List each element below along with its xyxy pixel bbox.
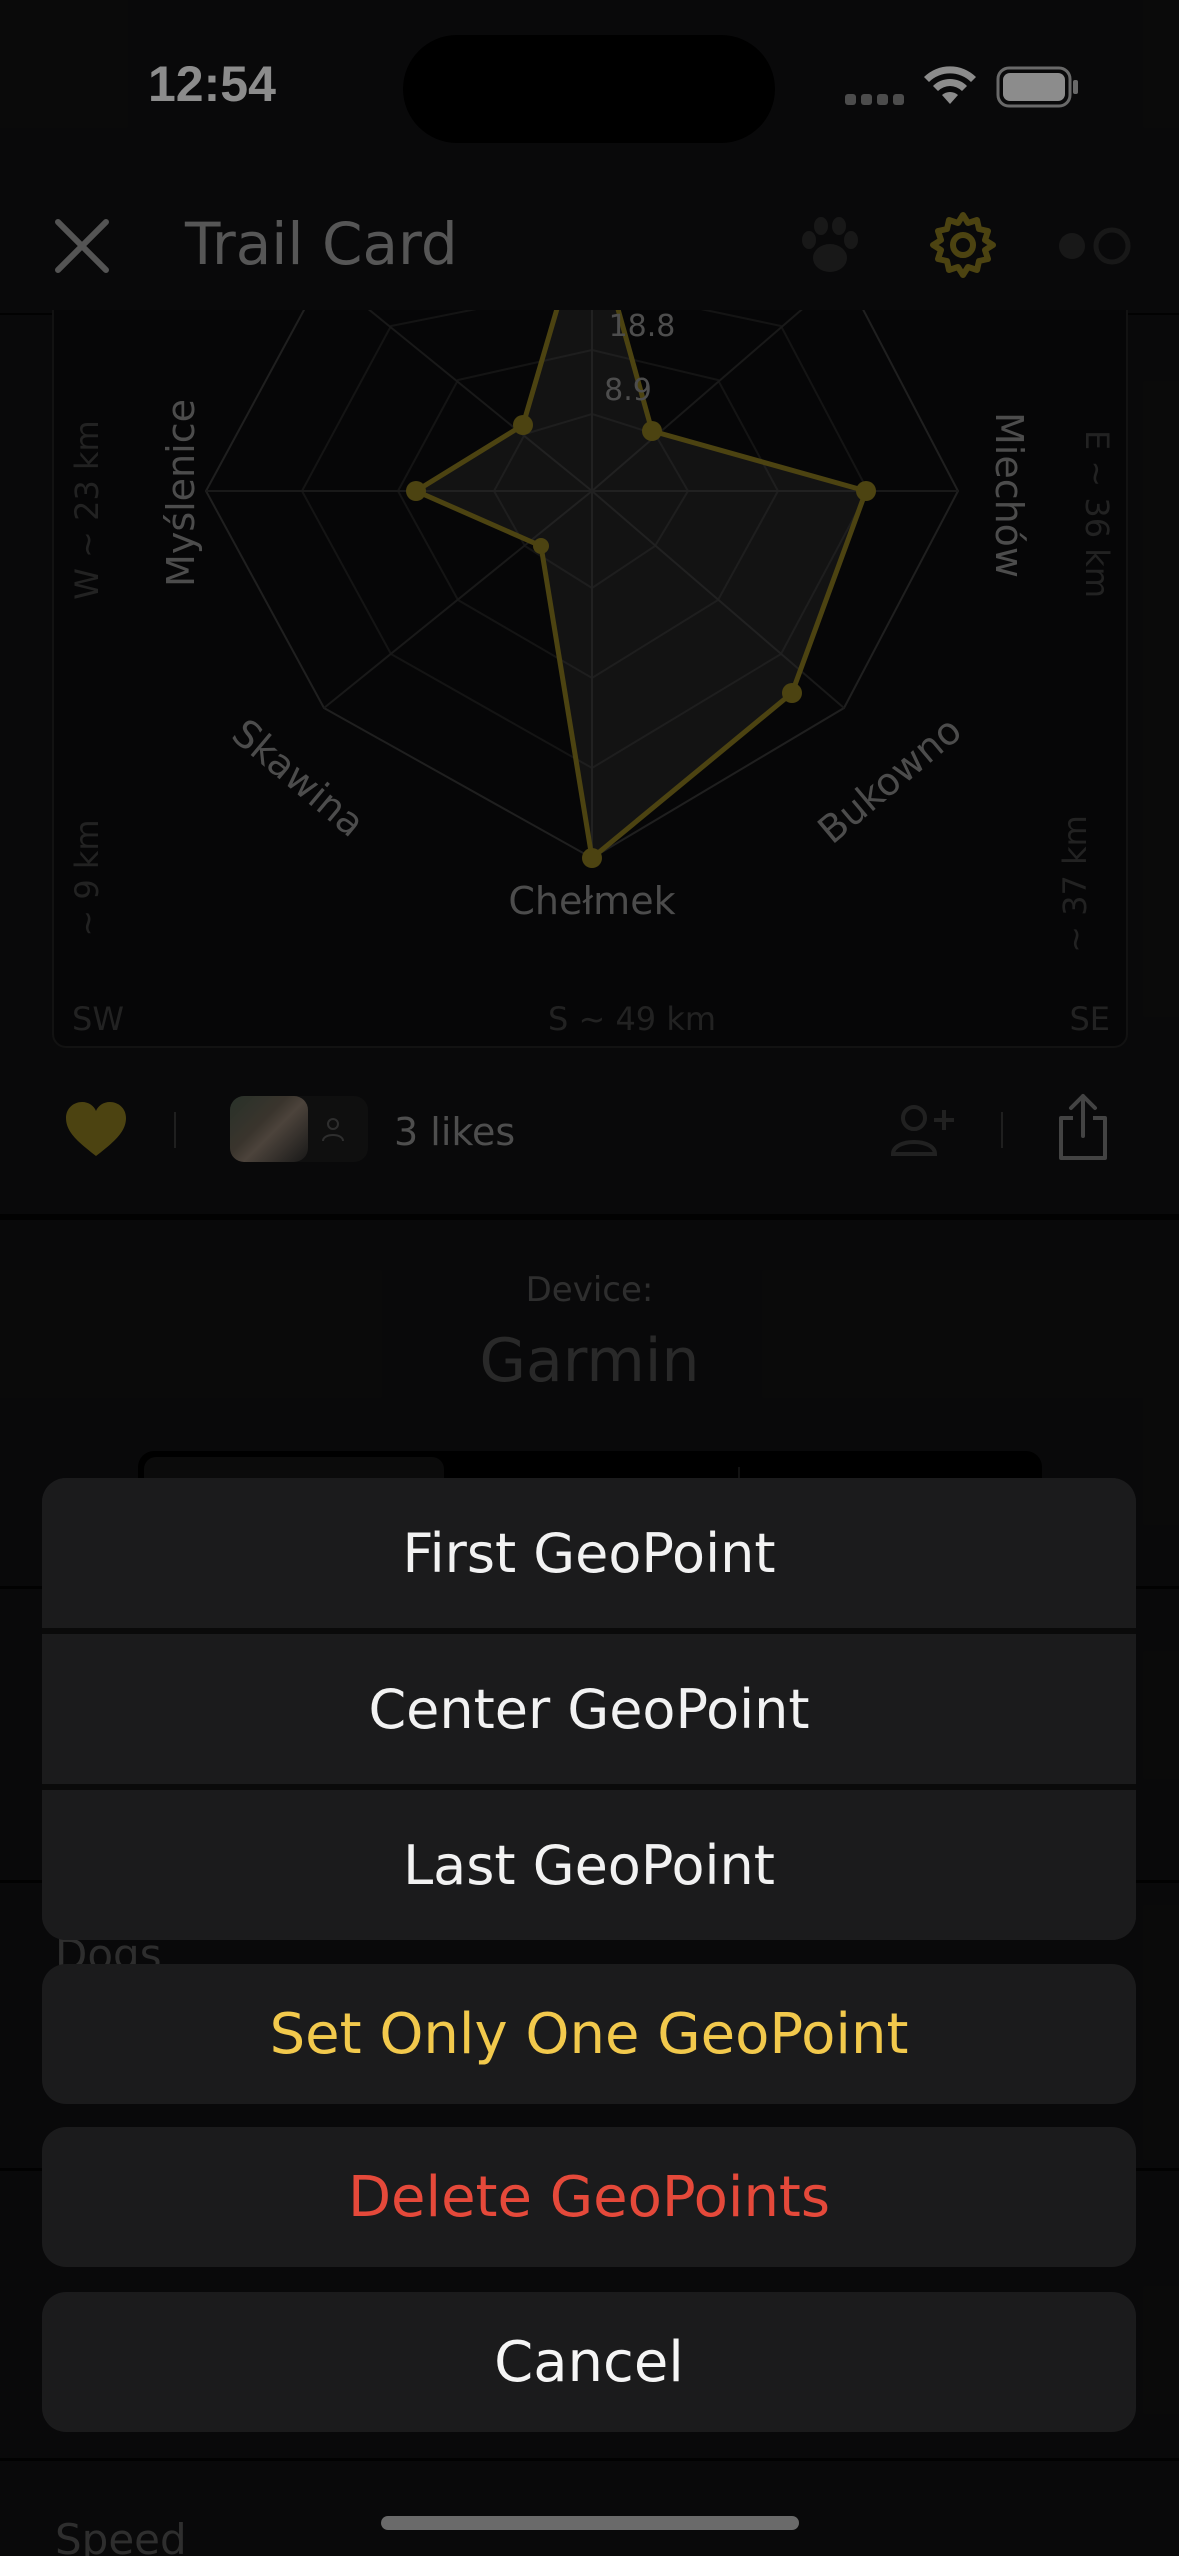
- center-geopoint-option[interactable]: Center GeoPoint: [42, 1634, 1136, 1784]
- cancel-button[interactable]: Cancel: [42, 2292, 1136, 2432]
- first-geopoint-option[interactable]: First GeoPoint: [42, 1478, 1136, 1628]
- action-sheet-group: First GeoPoint Center GeoPoint Last GeoP…: [42, 1478, 1136, 1940]
- last-geopoint-option[interactable]: Last GeoPoint: [42, 1790, 1136, 1940]
- delete-geopoints-button[interactable]: Delete GeoPoints: [42, 2127, 1136, 2267]
- home-indicator[interactable]: [381, 2516, 799, 2530]
- set-only-one-geopoint-button[interactable]: Set Only One GeoPoint: [42, 1964, 1136, 2104]
